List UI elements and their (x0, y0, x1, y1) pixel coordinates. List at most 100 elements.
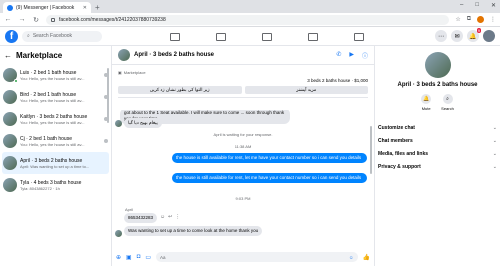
conversation-item[interactable]: Tyla · 4 beds 3 baths house Tyla: 8043862… (0, 174, 111, 196)
react-icon[interactable]: ☺ (160, 214, 165, 220)
details-section-privacy[interactable]: Privacy & support ⌄ (375, 160, 500, 173)
chevron-down-icon: ⌄ (492, 163, 497, 170)
marketplace-label: Marketplace (123, 70, 146, 75)
emoji-icon[interactable]: ☺ (349, 255, 354, 260)
chevron-down-icon: ⌄ (492, 150, 497, 157)
image-icon[interactable]: ▣ (126, 254, 132, 261)
incoming-message: پیغام بھیج دیا گیا (124, 118, 162, 128)
video-icon[interactable] (216, 32, 226, 41)
account-avatar[interactable] (483, 30, 495, 42)
reload-icon[interactable]: ↻ (32, 16, 40, 24)
details-panel: April · 3 beds 2 baths house 🔔 Mute ⌕ Se… (374, 46, 500, 266)
gaming-icon[interactable] (354, 32, 364, 41)
chat-avatar[interactable] (118, 49, 130, 61)
section-label: Privacy & support (378, 163, 421, 170)
message-input[interactable]: Aa ☺ (156, 252, 358, 262)
chat-scrollbar[interactable] (370, 126, 372, 174)
timestamp: 11:38 AM (234, 144, 252, 149)
minimize-icon[interactable]: – (460, 2, 463, 9)
notifications-icon[interactable]: 🔔 9 (467, 28, 481, 42)
extensions-icon[interactable]: ⧉ (467, 16, 471, 23)
facebook-logo[interactable]: f (5, 29, 18, 43)
menu-icon[interactable]: ⋮ (490, 16, 496, 23)
details-avatar[interactable] (424, 52, 451, 78)
seen-icon (104, 139, 108, 143)
conversation-item[interactable]: Kaitlyn · 3 beds 2 baths house You: Hello… (0, 108, 111, 130)
chat-panel: April · 3 beds 2 baths house ✆ ▶ ⓘ ▣ Mark… (112, 46, 374, 266)
browser-tab-bar: (9) Messenger | Facebook ✕ + – □ ✕ (0, 0, 500, 13)
new-tab-icon[interactable]: + (95, 3, 100, 12)
details-title: April · 3 beds 2 baths house (397, 82, 478, 88)
seen-icon (104, 117, 108, 121)
conversation-avatar (3, 90, 17, 104)
details-section-members[interactable]: Chat members ⌄ (375, 134, 500, 147)
plus-icon[interactable]: ⊕ (116, 254, 121, 261)
conversation-avatar (3, 178, 17, 192)
chevron-down-icon: ⌄ (492, 137, 497, 144)
conversation-preview: You: Hello, yes the house is still av... (20, 75, 85, 81)
conversation-item[interactable]: Cj · 2 bed 1 bath house You: Hello, yes t… (0, 130, 111, 152)
conversation-preview: You: Hello, yes the house is still av... (20, 141, 85, 147)
chevron-down-icon: ⌄ (492, 124, 497, 131)
menu-grid-icon[interactable]: ⋯ (435, 30, 447, 42)
conversation-item[interactable]: Bird · 2 bed 1 bath house You: Hello, yes… (0, 86, 111, 108)
sidebar-title: Marketplace (16, 51, 63, 60)
groups-icon[interactable] (308, 32, 318, 41)
site-info-icon[interactable] (51, 17, 55, 22)
mute-label: Mute (421, 106, 431, 111)
back-icon[interactable]: ← (4, 16, 12, 23)
url-field[interactable]: facebook.com/messages/t/2412203788073923… (46, 14, 450, 25)
more-options-button[interactable]: مزید آپشنز (244, 86, 368, 94)
phone-icon[interactable]: ✆ (336, 51, 341, 60)
bell-icon: 🔔 (421, 94, 432, 104)
gif-icon[interactable]: ▭ (145, 254, 151, 261)
sticker-icon[interactable]: ◘ (137, 254, 141, 260)
browser-tab[interactable]: (9) Messenger | Facebook ✕ (3, 2, 91, 13)
forward-icon[interactable]: → (18, 16, 26, 23)
system-notice: April is waiting for your response. (213, 132, 273, 137)
video-call-icon[interactable]: ▶ (349, 51, 354, 60)
home-icon[interactable] (170, 32, 180, 41)
search-icon: ⌕ (27, 33, 30, 39)
info-icon[interactable]: ⓘ (362, 51, 368, 60)
conversation-avatar (3, 112, 17, 126)
back-arrow-icon[interactable]: ← (4, 51, 12, 60)
conversation-preview: Tyla: 8043862272 · 1h (20, 185, 60, 191)
facebook-search[interactable]: ⌕ Search Facebook (22, 30, 102, 42)
close-window-icon[interactable]: ✕ (491, 2, 496, 9)
conversation-item-active[interactable]: April · 3 beds 2 baths house April: Was w… (2, 152, 109, 174)
section-label: Media, files and links (378, 150, 429, 157)
marketplace-icon[interactable] (262, 32, 272, 41)
profile-avatar[interactable] (477, 16, 484, 23)
bookmark-star-icon[interactable]: ☆ (455, 16, 460, 23)
messenger-favicon-icon (7, 4, 13, 11)
details-section-customize[interactable]: Customize chat ⌄ (375, 121, 500, 134)
messenger-icon[interactable]: ✉ (451, 30, 463, 42)
message-thread: got about to the 1 Seat available. I wil… (112, 110, 374, 248)
window-controls: – □ ✕ (460, 2, 496, 9)
section-label: Customize chat (378, 124, 415, 131)
phone-message: 8653432283 (124, 213, 158, 223)
chat-title[interactable]: April · 3 beds 2 baths house (134, 52, 332, 58)
listing-item[interactable]: 3 beds 2 baths house · $1,000 (118, 78, 368, 83)
close-tab-icon[interactable]: ✕ (83, 5, 87, 11)
marketplace-sidebar: ← Marketplace Luis · 2 bed 1 bath house Y… (0, 46, 112, 266)
notification-badge: 9 (476, 28, 481, 33)
fb-nav (170, 27, 364, 46)
conversation-avatar (3, 134, 17, 148)
reply-icon[interactable]: ↩ (168, 214, 172, 220)
more-icon[interactable]: ⋮ (175, 214, 180, 220)
marketplace-listing: ▣ Marketplace 3 beds 2 baths house · $1,0… (118, 70, 368, 98)
message-input-placeholder: Aa (160, 254, 166, 260)
online-dot (14, 79, 18, 83)
details-section-media[interactable]: Media, files and links ⌄ (375, 147, 500, 160)
sender-avatar (115, 120, 122, 127)
conversation-item[interactable]: Luis · 2 bed 1 bath house You: Hello, yes… (0, 64, 111, 86)
like-icon[interactable]: 👍 (363, 254, 370, 261)
sender-name: April (125, 207, 134, 212)
sidebar-header: ← Marketplace (0, 46, 111, 64)
mute-action[interactable]: 🔔 Mute (421, 94, 432, 111)
maximize-icon[interactable]: □ (475, 2, 479, 9)
search-action[interactable]: ⌕ Search (441, 94, 454, 111)
mark-pending-button[interactable]: زیر التوا کی بطور نشان زد کریں (118, 86, 242, 94)
